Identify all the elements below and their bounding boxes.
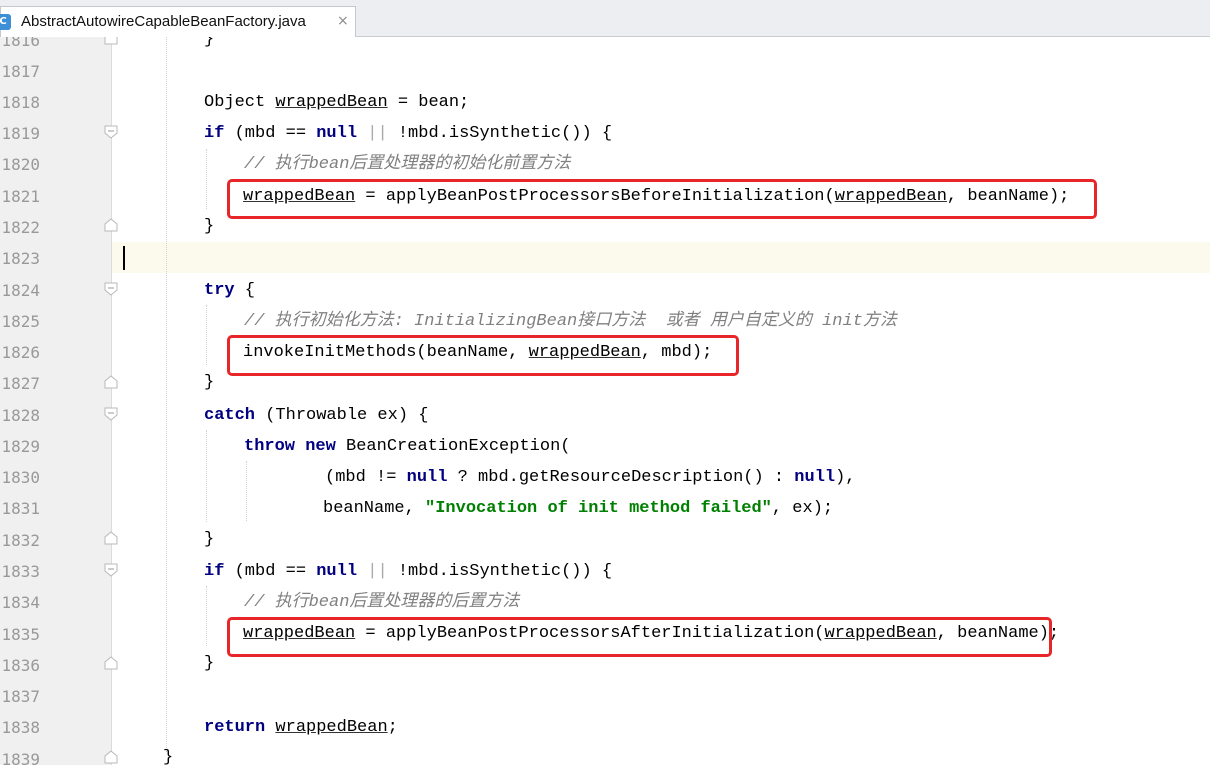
line-number: 1835 [1,625,40,644]
line-number: 1838 [1,718,40,737]
indent-guide [206,586,207,646]
line-number: 1820 [1,155,40,174]
indent-guide [166,37,167,752]
fold-end-icon[interactable] [103,656,119,670]
line-number: 1828 [1,406,40,425]
code-comment: // 执行bean后置处理器的初始化前置方法 [244,155,571,174]
close-tab-icon[interactable]: × [337,13,349,29]
line-number: 1834 [1,593,40,612]
line-number: 1833 [1,562,40,581]
java-class-file-icon: C [0,14,11,30]
line-number: 1837 [1,687,40,706]
line-number: 1839 [1,750,40,765]
code-line: Object wrappedBean = bean; [204,93,470,112]
indent-guide [206,430,207,522]
indent-guide [246,461,247,521]
indent-guide [206,149,207,209]
line-number: 1817 [1,62,40,81]
fold-end-icon[interactable] [103,375,119,389]
code-line: } [204,530,215,549]
line-number: 1819 [1,124,40,143]
code-line: (mbd != null ? mbd.getResourceDescriptio… [325,468,856,487]
line-number: 1830 [1,468,40,487]
line-number: 1816 [1,37,40,50]
code-line: } [204,654,215,673]
line-number: 1821 [1,187,40,206]
code-line: catch (Throwable ex) { [204,406,429,425]
fold-start-icon[interactable] [103,407,119,421]
fold-end-icon[interactable] [103,37,119,45]
code-comment: // 执行初始化方法: InitializingBean接口方法 或者 用户自定… [244,312,897,331]
code-line: try { [204,281,256,300]
highlight-box-invoke-init [227,335,739,376]
line-number: 1825 [1,312,40,331]
line-number: 1826 [1,343,40,362]
line-number: 1831 [1,499,40,518]
tab-label: AbstractAutowireCapableBeanFactory.java [21,13,306,30]
code-line: } [204,37,215,49]
code-line: beanName, "Invocation of init method fai… [323,499,834,518]
code-editor[interactable]: 1816 1817 1818 1819 1820 1821 1822 1823 … [0,37,1210,765]
line-number: 1823 [1,249,40,268]
highlight-box-after-init [227,617,1052,657]
line-number: 1822 [1,218,40,237]
code-line: } [163,748,174,765]
text-caret [123,246,125,270]
code-line: } [204,373,215,392]
code-comment: // 执行bean后置处理器的后置方法 [244,593,520,612]
fold-end-icon[interactable] [103,531,119,545]
fold-end-icon[interactable] [103,750,119,764]
fold-start-icon[interactable] [103,125,119,139]
code-line: if (mbd == null || !mbd.isSynthetic()) { [204,562,613,581]
code-line: return wrappedBean; [204,718,398,737]
highlight-box-before-init [227,179,1097,219]
code-line: } [204,217,215,236]
fold-start-icon[interactable] [103,563,119,577]
line-number: 1827 [1,374,40,393]
code-line: throw new BeanCreationException( [244,437,571,456]
code-line: if (mbd == null || !mbd.isSynthetic()) { [204,124,613,143]
indent-guide [206,305,207,365]
line-number: 1818 [1,93,40,112]
line-number: 1836 [1,656,40,675]
current-line-highlight [112,242,1210,273]
fold-start-icon[interactable] [103,282,119,296]
line-number: 1832 [1,531,40,550]
line-number: 1824 [1,281,40,300]
fold-end-icon[interactable] [103,218,119,232]
line-number: 1829 [1,437,40,456]
editor-tab-bar: C AbstractAutowireCapableBeanFactory.jav… [0,0,1210,37]
tab-abstract-autowire-capable-bean-factory[interactable]: C AbstractAutowireCapableBeanFactory.jav… [0,6,356,37]
